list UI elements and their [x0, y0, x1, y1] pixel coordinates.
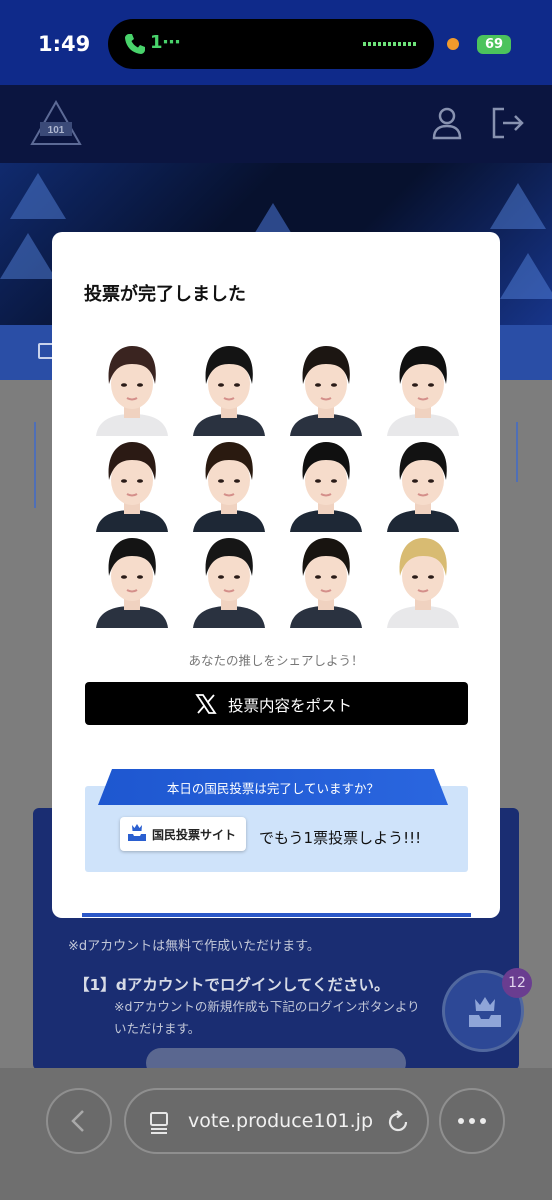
banner-decoration	[500, 253, 552, 299]
address-bar[interactable]: vote.produce101.jp	[124, 1088, 429, 1154]
crown-ballot-icon	[128, 824, 146, 841]
site-header	[0, 85, 552, 163]
back-icon	[71, 1110, 84, 1132]
national-vote-site-button[interactable]: 国民投票サイト	[120, 817, 246, 851]
produce101-logo[interactable]: 101	[30, 100, 82, 148]
svg-text:101: 101	[48, 125, 65, 136]
banner-decoration	[0, 233, 56, 279]
post-to-x-button[interactable]: 投票内容をポスト	[85, 682, 468, 725]
trainee-photo	[96, 538, 168, 628]
trainee-photo	[96, 442, 168, 532]
post-button-label: 投票内容をポスト	[228, 697, 353, 715]
phone-icon	[125, 34, 145, 54]
national-vote-cta: でもう1票投票しよう!!!	[259, 829, 422, 847]
banner-decoration	[490, 183, 546, 229]
dynamic-island[interactable]: 1⋯	[108, 19, 434, 69]
login-step-note: ※dアカウントの新規作成も下記のログインボタンより	[114, 999, 420, 1014]
url-text: vote.produce101.jp	[188, 1110, 374, 1132]
battery-indicator: 69	[477, 35, 511, 54]
x-logo-icon	[195, 694, 217, 714]
vote-complete-modal: 投票が完了しました あなたの推しをシェアしよう！ 投票内容をポスト 本日の国民投…	[52, 232, 500, 918]
trainee-photo	[387, 538, 459, 628]
national-vote-site-label: 国民投票サイト	[152, 828, 237, 842]
modal-bottom-accent	[82, 913, 471, 917]
account-note: ※dアカウントは無料で作成いただけます。	[68, 939, 320, 954]
login-step-heading: 【1】dアカウントでログインしてください。	[74, 976, 390, 994]
call-duration: 1⋯	[150, 32, 181, 53]
vote-count-badge: 12	[502, 968, 532, 998]
divider	[34, 422, 36, 508]
trainee-photo	[290, 346, 362, 436]
user-icon[interactable]	[430, 105, 464, 141]
national-vote-question: 本日の国民投票は完了していますか？	[166, 781, 380, 796]
share-prompt: あなたの推しをシェアしよう！	[188, 653, 364, 668]
login-step-note-cont: いただけます。	[114, 1021, 201, 1036]
audio-wave-icon	[363, 42, 418, 46]
status-bar: 1:49 1⋯ 69	[0, 0, 552, 85]
banner-decoration	[10, 173, 66, 219]
trainee-photo	[193, 538, 265, 628]
logout-icon[interactable]	[490, 105, 526, 141]
divider	[516, 422, 518, 482]
modal-title: 投票が完了しました	[84, 284, 246, 305]
reload-icon[interactable]	[384, 1108, 412, 1136]
trainee-photo	[193, 346, 265, 436]
trainee-photo	[290, 442, 362, 532]
tabs-icon	[150, 1112, 168, 1134]
crown-ballot-icon	[469, 997, 501, 1027]
more-button[interactable]	[439, 1088, 505, 1154]
status-time: 1:49	[38, 32, 91, 56]
trainee-photo	[290, 538, 362, 628]
back-button[interactable]	[46, 1088, 112, 1154]
privacy-indicator-icon	[447, 38, 459, 50]
trainee-photo	[387, 346, 459, 436]
trainee-photo	[96, 346, 168, 436]
more-icon	[458, 1118, 486, 1124]
trainee-photo	[193, 442, 265, 532]
trainee-photo	[387, 442, 459, 532]
